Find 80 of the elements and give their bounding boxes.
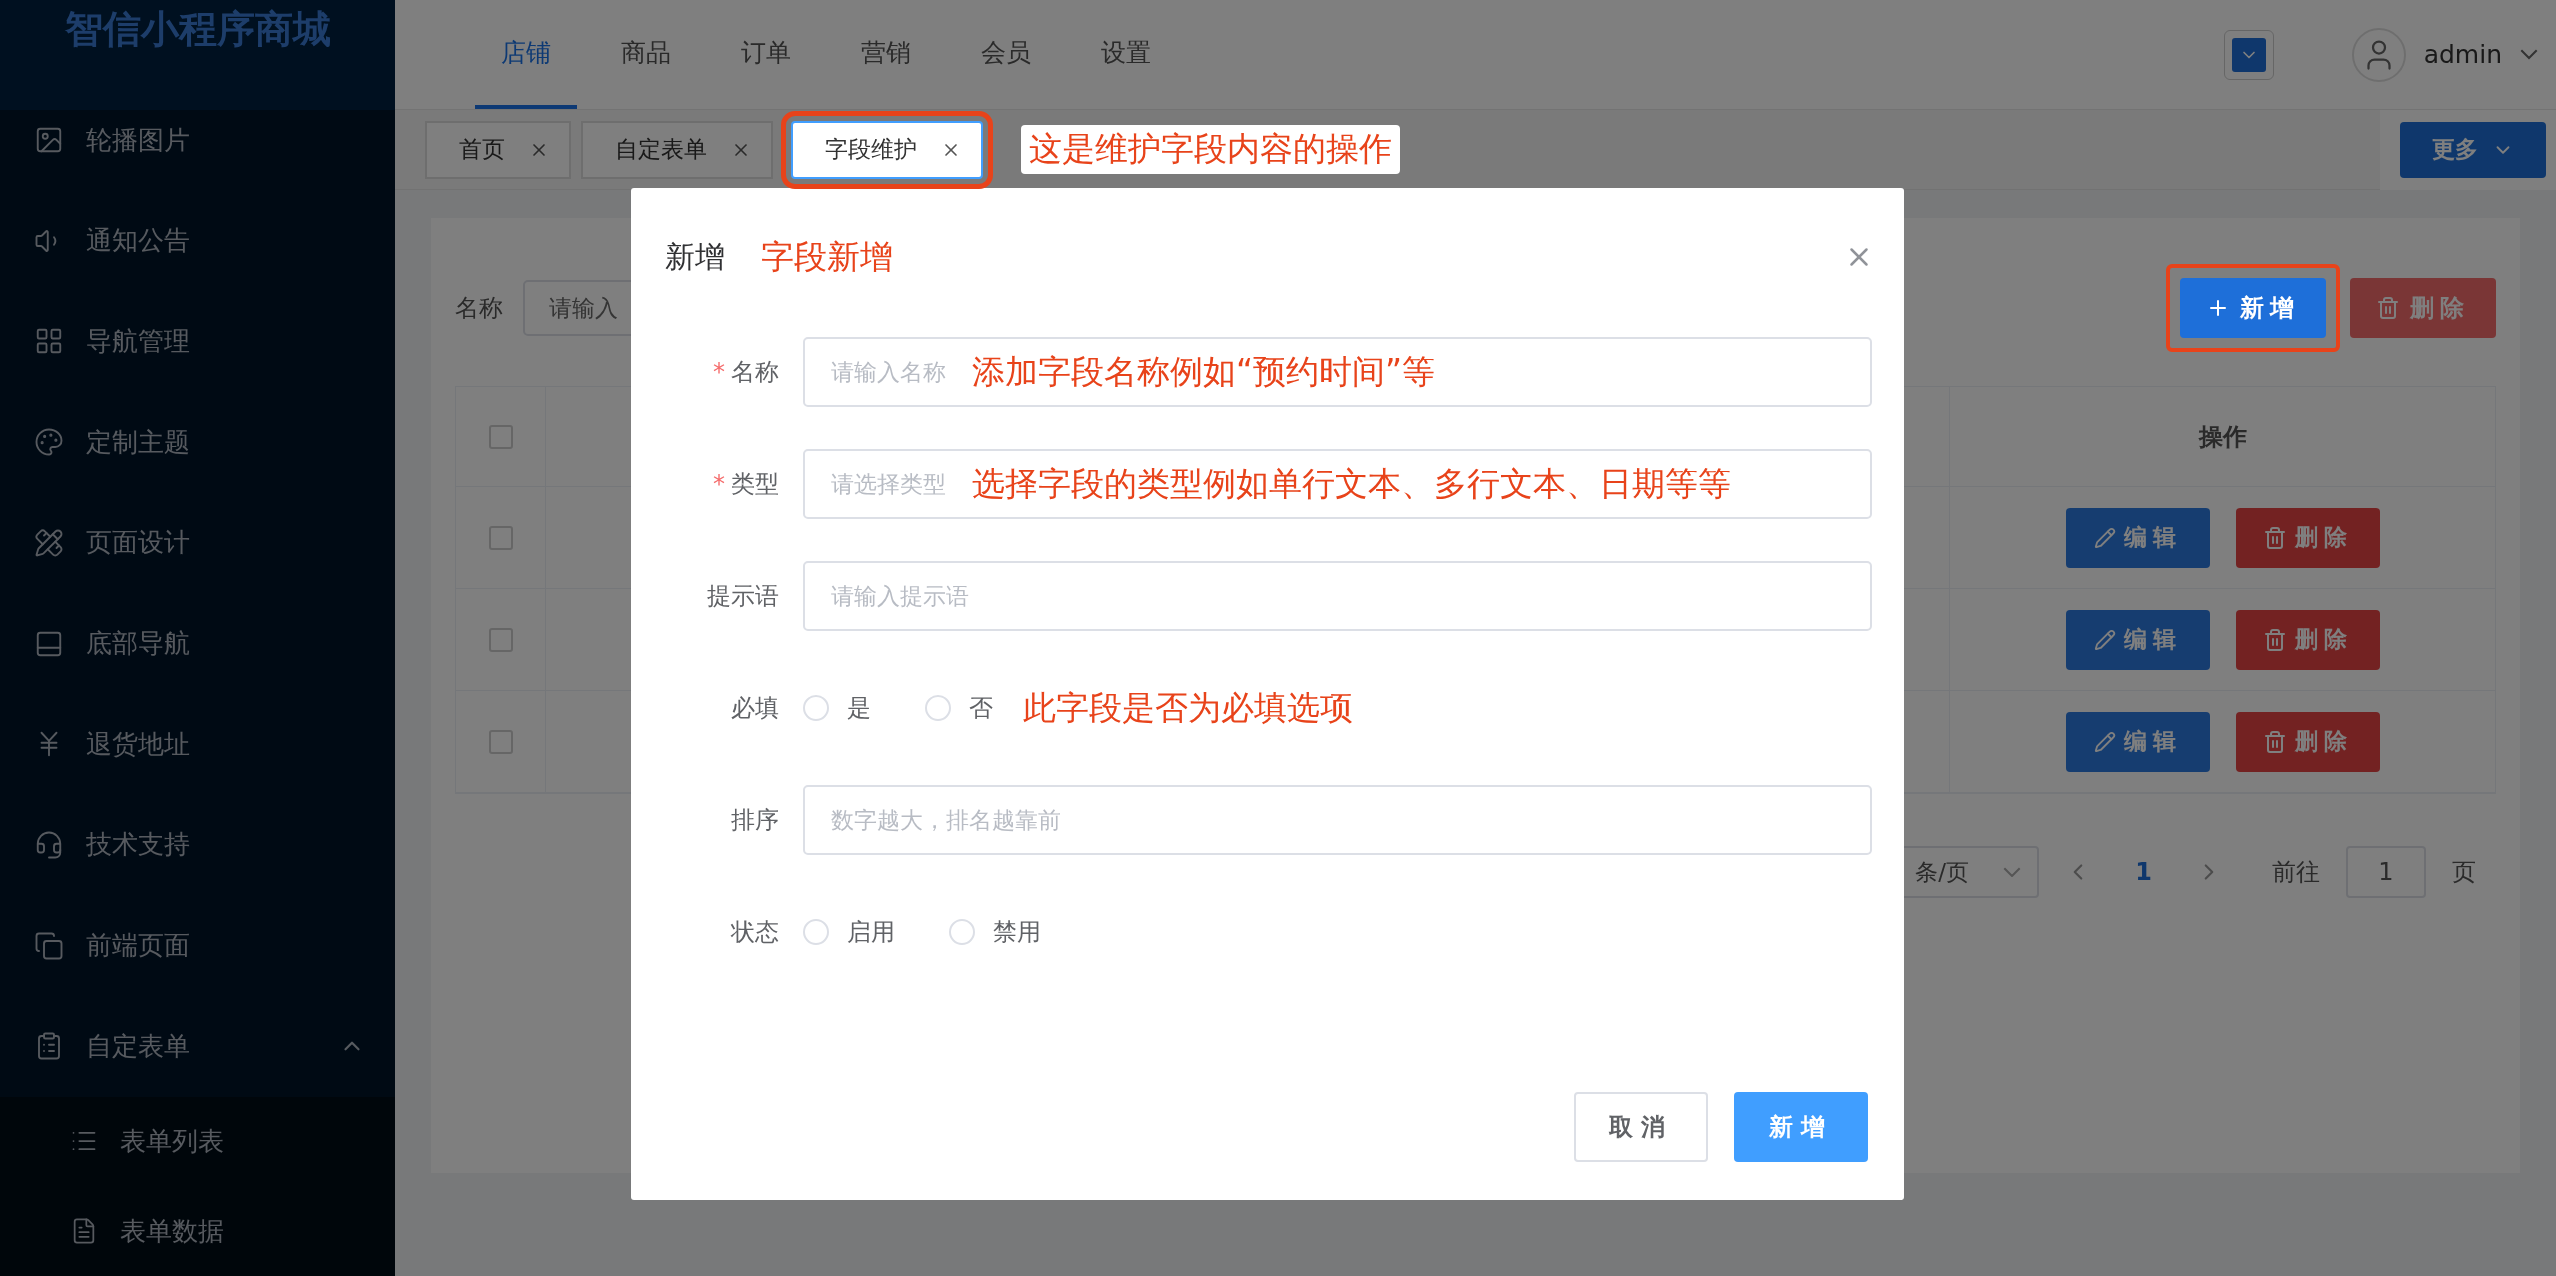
page-input[interactable]: 1	[2346, 846, 2426, 898]
field-label: * 类型	[712, 469, 780, 500]
more-button[interactable]: 更多	[2400, 121, 2546, 178]
headset-icon	[34, 829, 64, 860]
chevron-down-icon	[2003, 866, 2022, 878]
page-unit: 页	[2452, 857, 2476, 888]
nav-tab[interactable]: 订单	[715, 0, 817, 109]
input-field[interactable]: 请输入名称 添加字段名称例如“预约时间”等	[803, 337, 1872, 407]
user-avatar[interactable]	[2351, 27, 2406, 82]
field-label: 状态	[730, 917, 780, 948]
pencil-icon	[2093, 730, 2116, 753]
pencil-icon	[2093, 526, 2116, 549]
trash-icon	[2262, 525, 2287, 550]
input-field[interactable]: 数字越大，排名越靠前	[803, 785, 1872, 855]
page-tab[interactable]: 自定表单	[581, 120, 773, 179]
field-label: 必填	[730, 693, 780, 724]
checkbox[interactable]	[488, 627, 513, 652]
field-label: * 名称	[712, 357, 780, 388]
sidebar-item[interactable]: 退货地址	[0, 693, 395, 795]
dialog-title: 新增	[665, 237, 725, 276]
sidebar-subitem[interactable]: 表单数据	[0, 1186, 395, 1276]
page-tab[interactable]: 首页	[425, 120, 571, 179]
annotation-text: 此字段是否为必填选项	[1023, 686, 1353, 729]
sidebar-item[interactable]: 前端页面	[0, 895, 395, 996]
theme-select[interactable]	[2223, 29, 2274, 80]
sidebar-subitem[interactable]: 表单列表	[0, 1096, 395, 1187]
cancel-button[interactable]: 取消	[1574, 1092, 1708, 1162]
edit-button[interactable]: 编辑	[2065, 609, 2210, 670]
field-label: 提示语	[706, 581, 780, 612]
nav-tab[interactable]: 设置	[1075, 0, 1177, 109]
annotation-text: 字段新增	[761, 235, 893, 278]
copy-icon	[34, 930, 64, 961]
edit-button[interactable]: 编辑	[2065, 711, 2210, 772]
field-label: 排序	[730, 805, 780, 836]
pencil-ruler-icon	[34, 527, 64, 558]
delete-button[interactable]: 删除	[2350, 278, 2496, 338]
sidebar-item[interactable]: 通知公告	[0, 190, 395, 292]
filter-label: 名称	[455, 293, 503, 324]
nav-tab[interactable]: 商品	[595, 0, 697, 109]
chevron-down-icon	[2520, 49, 2538, 60]
app-logo: 智信小程序商城	[0, 0, 395, 110]
radio-label: 是	[847, 693, 871, 724]
add-button[interactable]: 新增	[2180, 278, 2326, 338]
sidebar-item[interactable]: 技术支持	[0, 794, 395, 896]
radio-label: 禁用	[993, 917, 1041, 948]
radio-button[interactable]	[949, 919, 975, 945]
trash-icon	[2376, 296, 2400, 320]
annotation-text: 这是维护字段内容的操作	[1021, 125, 1400, 174]
pencil-icon	[2093, 628, 2116, 651]
trash-icon	[2262, 729, 2287, 754]
annotation-text: 添加字段名称例如“预约时间”等	[972, 350, 1436, 393]
checkbox[interactable]	[488, 525, 513, 550]
page-number[interactable]: 1	[2117, 858, 2170, 886]
radio-button[interactable]	[803, 919, 829, 945]
sidebar-item[interactable]: 自定表单	[0, 995, 395, 1097]
input-field[interactable]: 请输入提示语	[803, 561, 1872, 631]
radio-label: 启用	[847, 917, 895, 948]
radio-button[interactable]	[925, 695, 951, 721]
goto-label: 前往	[2272, 857, 2320, 888]
delete-button[interactable]: 删除	[2235, 711, 2380, 772]
column-header: 操作	[2198, 421, 2247, 453]
sidebar-item[interactable]: 定制主题	[0, 391, 395, 493]
checkbox[interactable]	[488, 729, 513, 754]
sidebar-item[interactable]: 页面设计	[0, 492, 395, 594]
sidebar-item[interactable]: 导航管理	[0, 291, 395, 392]
trash-icon	[2262, 627, 2287, 652]
radio-button[interactable]	[803, 695, 829, 721]
palette-icon	[34, 427, 64, 458]
confirm-button[interactable]: 新增	[1734, 1092, 1868, 1162]
delete-button[interactable]: 删除	[2235, 609, 2380, 670]
nav-tab[interactable]: 营销	[835, 0, 937, 109]
radio-label: 否	[969, 693, 993, 724]
input-field[interactable]: 请选择类型 选择字段的类型例如单行文本、多行文本、日期等等	[803, 449, 1872, 519]
user-name[interactable]: admin	[2423, 40, 2502, 69]
checkbox[interactable]	[488, 424, 513, 449]
annotation-text: 选择字段的类型例如单行文本、多行文本、日期等等	[972, 462, 1731, 505]
edit-button[interactable]: 编辑	[2065, 507, 2210, 568]
nav-tab[interactable]: 会员	[955, 0, 1057, 109]
delete-button[interactable]: 删除	[2235, 507, 2380, 568]
sidebar-item[interactable]: 底部导航	[0, 593, 395, 694]
